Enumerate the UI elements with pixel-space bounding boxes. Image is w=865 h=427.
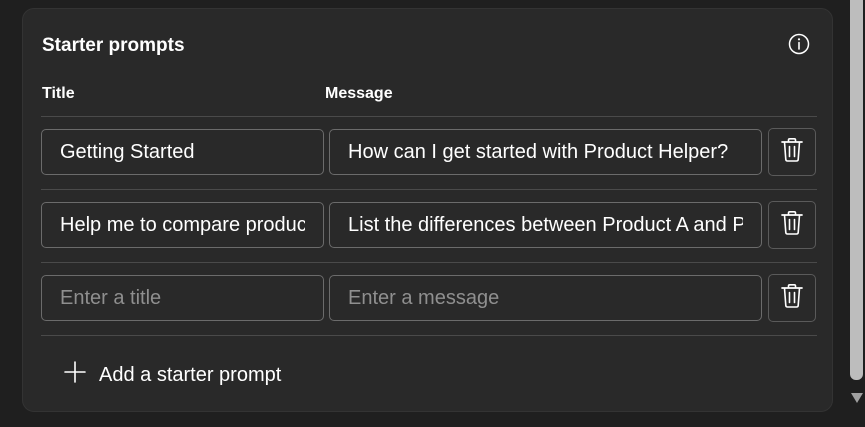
prompt-title-input[interactable] xyxy=(41,275,324,321)
delete-prompt-button[interactable] xyxy=(768,274,816,322)
scroll-down-arrow-icon[interactable] xyxy=(851,393,863,403)
column-header-title: Title xyxy=(42,85,75,102)
trash-icon xyxy=(780,283,804,314)
add-starter-prompt-label: Add a starter prompt xyxy=(99,363,282,386)
trash-icon xyxy=(780,210,804,241)
prompt-message-input[interactable] xyxy=(329,129,762,175)
page: Starter prompts Title Message Getting St… xyxy=(0,0,865,427)
delete-prompt-button[interactable] xyxy=(768,201,816,249)
prompt-message-input[interactable] xyxy=(329,275,762,321)
column-header-message: Message xyxy=(325,85,393,102)
row-divider xyxy=(41,335,817,336)
row-divider xyxy=(41,262,817,263)
plus-icon xyxy=(63,360,87,389)
prompt-message-input[interactable] xyxy=(329,202,762,248)
prompt-title-input[interactable] xyxy=(41,129,324,175)
header-divider xyxy=(41,116,817,117)
trash-icon xyxy=(780,137,804,168)
info-icon[interactable] xyxy=(788,33,810,55)
prompt-title-input[interactable] xyxy=(41,202,324,248)
delete-prompt-button[interactable] xyxy=(768,128,816,176)
row-divider xyxy=(41,189,817,190)
scrollbar-thumb[interactable] xyxy=(850,0,863,380)
starter-prompts-card: Starter prompts Title Message Getting St… xyxy=(22,8,833,412)
add-starter-prompt-button[interactable]: Add a starter prompt xyxy=(63,360,281,389)
section-title: Starter prompts xyxy=(42,35,185,56)
